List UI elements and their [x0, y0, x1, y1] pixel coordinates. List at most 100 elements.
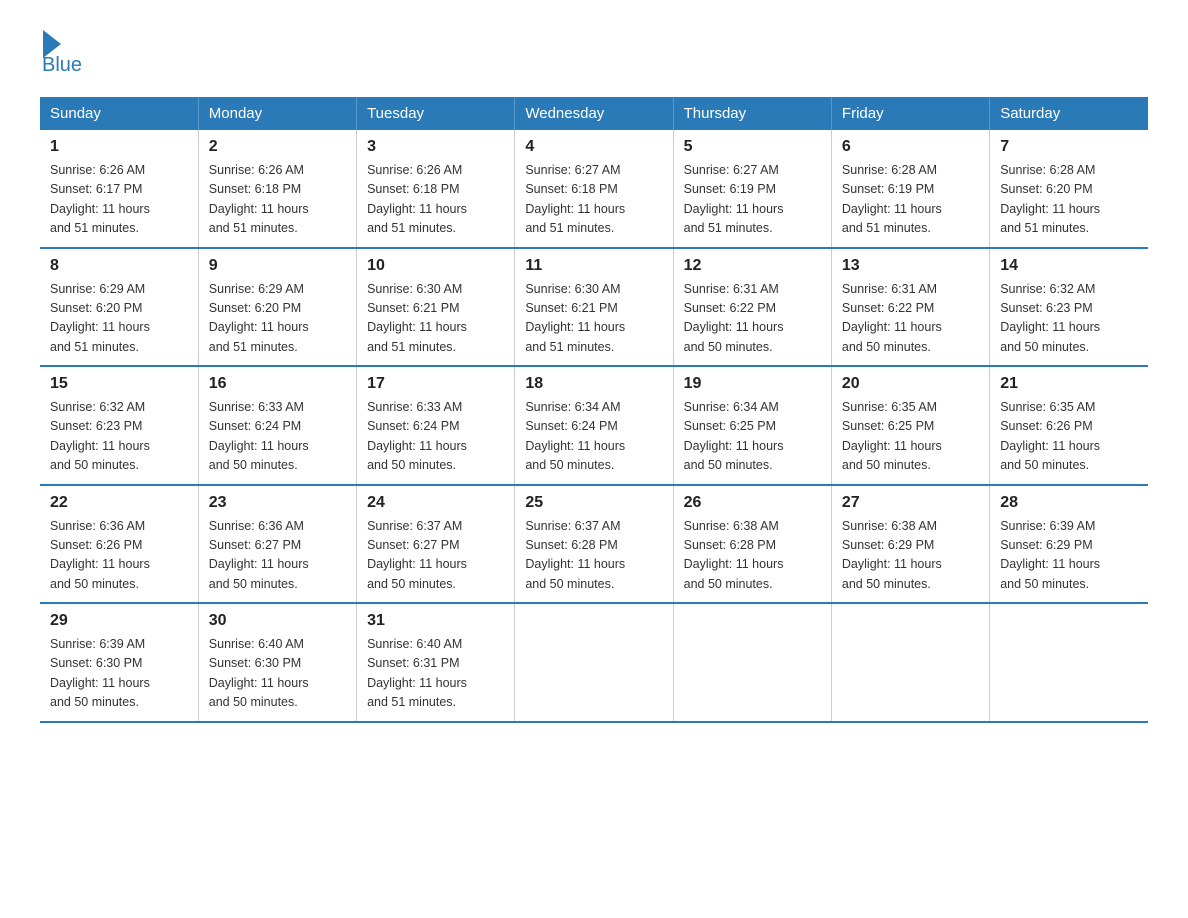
calendar-cell: 31 Sunrise: 6:40 AMSunset: 6:31 PMDayligh… — [357, 603, 515, 722]
day-info: Sunrise: 6:29 AMSunset: 6:20 PMDaylight:… — [50, 280, 188, 358]
day-info: Sunrise: 6:30 AMSunset: 6:21 PMDaylight:… — [525, 280, 662, 358]
day-info: Sunrise: 6:39 AMSunset: 6:30 PMDaylight:… — [50, 635, 188, 713]
day-info: Sunrise: 6:30 AMSunset: 6:21 PMDaylight:… — [367, 280, 504, 358]
calendar-cell: 21 Sunrise: 6:35 AMSunset: 6:26 PMDayligh… — [990, 366, 1148, 485]
page-header: Blue — [40, 30, 1148, 77]
calendar-cell: 6 Sunrise: 6:28 AMSunset: 6:19 PMDaylight… — [831, 130, 989, 248]
day-number: 11 — [525, 257, 662, 275]
day-info: Sunrise: 6:40 AMSunset: 6:30 PMDaylight:… — [209, 635, 346, 713]
header-tuesday: Tuesday — [357, 97, 515, 130]
header-saturday: Saturday — [990, 97, 1148, 130]
day-number: 28 — [1000, 494, 1138, 512]
week-row-1: 1 Sunrise: 6:26 AMSunset: 6:17 PMDaylight… — [40, 130, 1148, 248]
calendar-cell: 10 Sunrise: 6:30 AMSunset: 6:21 PMDayligh… — [357, 248, 515, 367]
day-number: 23 — [209, 494, 346, 512]
day-number: 17 — [367, 375, 504, 393]
day-info: Sunrise: 6:28 AMSunset: 6:20 PMDaylight:… — [1000, 161, 1138, 239]
calendar-header-row: SundayMondayTuesdayWednesdayThursdayFrid… — [40, 97, 1148, 130]
day-info: Sunrise: 6:33 AMSunset: 6:24 PMDaylight:… — [367, 398, 504, 476]
week-row-2: 8 Sunrise: 6:29 AMSunset: 6:20 PMDaylight… — [40, 248, 1148, 367]
week-row-5: 29 Sunrise: 6:39 AMSunset: 6:30 PMDayligh… — [40, 603, 1148, 722]
calendar-cell — [831, 603, 989, 722]
day-number: 24 — [367, 494, 504, 512]
calendar-cell: 22Sunrise: 6:36 AMSunset: 6:26 PMDayligh… — [40, 485, 198, 604]
day-info: Sunrise: 6:34 AMSunset: 6:24 PMDaylight:… — [525, 398, 662, 476]
calendar-cell: 29 Sunrise: 6:39 AMSunset: 6:30 PMDayligh… — [40, 603, 198, 722]
day-number: 31 — [367, 612, 504, 630]
calendar-cell — [515, 603, 673, 722]
day-info: Sunrise: 6:31 AMSunset: 6:22 PMDaylight:… — [842, 280, 979, 358]
calendar-cell: 3Sunrise: 6:26 AMSunset: 6:18 PMDaylight… — [357, 130, 515, 248]
day-number: 15 — [50, 375, 188, 393]
day-info: Sunrise: 6:28 AMSunset: 6:19 PMDaylight:… — [842, 161, 979, 239]
calendar-cell: 20Sunrise: 6:35 AMSunset: 6:25 PMDayligh… — [831, 366, 989, 485]
calendar-cell: 5Sunrise: 6:27 AMSunset: 6:19 PMDaylight… — [673, 130, 831, 248]
day-number: 27 — [842, 494, 979, 512]
day-info: Sunrise: 6:35 AMSunset: 6:26 PMDaylight:… — [1000, 398, 1138, 476]
calendar-cell: 15 Sunrise: 6:32 AMSunset: 6:23 PMDayligh… — [40, 366, 198, 485]
day-number: 7 — [1000, 138, 1138, 156]
calendar-cell: 23 Sunrise: 6:36 AMSunset: 6:27 PMDayligh… — [198, 485, 356, 604]
day-number: 21 — [1000, 375, 1138, 393]
calendar-cell: 16 Sunrise: 6:33 AMSunset: 6:24 PMDayligh… — [198, 366, 356, 485]
day-info: Sunrise: 6:32 AMSunset: 6:23 PMDaylight:… — [50, 398, 188, 476]
day-info: Sunrise: 6:26 AMSunset: 6:18 PMDaylight:… — [209, 161, 346, 239]
day-info: Sunrise: 6:34 AMSunset: 6:25 PMDaylight:… — [684, 398, 821, 476]
header-sunday: Sunday — [40, 97, 198, 130]
calendar-cell: 13 Sunrise: 6:31 AMSunset: 6:22 PMDayligh… — [831, 248, 989, 367]
day-number: 10 — [367, 257, 504, 275]
header-friday: Friday — [831, 97, 989, 130]
day-number: 9 — [209, 257, 346, 275]
week-row-4: 22Sunrise: 6:36 AMSunset: 6:26 PMDayligh… — [40, 485, 1148, 604]
day-number: 19 — [684, 375, 821, 393]
day-info: Sunrise: 6:29 AMSunset: 6:20 PMDaylight:… — [209, 280, 346, 358]
calendar-cell: 17 Sunrise: 6:33 AMSunset: 6:24 PMDayligh… — [357, 366, 515, 485]
day-number: 1 — [50, 138, 188, 156]
week-row-3: 15 Sunrise: 6:32 AMSunset: 6:23 PMDayligh… — [40, 366, 1148, 485]
day-info: Sunrise: 6:37 AMSunset: 6:28 PMDaylight:… — [525, 517, 662, 595]
calendar-cell: 4 Sunrise: 6:27 AMSunset: 6:18 PMDaylight… — [515, 130, 673, 248]
calendar-cell: 8 Sunrise: 6:29 AMSunset: 6:20 PMDaylight… — [40, 248, 198, 367]
calendar-cell: 11 Sunrise: 6:30 AMSunset: 6:21 PMDayligh… — [515, 248, 673, 367]
day-number: 6 — [842, 138, 979, 156]
day-info: Sunrise: 6:38 AMSunset: 6:29 PMDaylight:… — [842, 517, 979, 595]
day-info: Sunrise: 6:27 AMSunset: 6:19 PMDaylight:… — [684, 161, 821, 239]
day-number: 22 — [50, 494, 188, 512]
header-thursday: Thursday — [673, 97, 831, 130]
day-number: 25 — [525, 494, 662, 512]
day-info: Sunrise: 6:39 AMSunset: 6:29 PMDaylight:… — [1000, 517, 1138, 595]
day-number: 8 — [50, 257, 188, 275]
calendar-cell: 9 Sunrise: 6:29 AMSunset: 6:20 PMDaylight… — [198, 248, 356, 367]
day-number: 18 — [525, 375, 662, 393]
header-wednesday: Wednesday — [515, 97, 673, 130]
day-number: 4 — [525, 138, 662, 156]
day-info: Sunrise: 6:40 AMSunset: 6:31 PMDaylight:… — [367, 635, 504, 713]
calendar-cell: 24Sunrise: 6:37 AMSunset: 6:27 PMDayligh… — [357, 485, 515, 604]
day-number: 12 — [684, 257, 821, 275]
day-info: Sunrise: 6:33 AMSunset: 6:24 PMDaylight:… — [209, 398, 346, 476]
calendar-table: SundayMondayTuesdayWednesdayThursdayFrid… — [40, 97, 1148, 723]
calendar-cell: 26 Sunrise: 6:38 AMSunset: 6:28 PMDayligh… — [673, 485, 831, 604]
calendar-cell: 30 Sunrise: 6:40 AMSunset: 6:30 PMDayligh… — [198, 603, 356, 722]
calendar-cell: 14Sunrise: 6:32 AMSunset: 6:23 PMDayligh… — [990, 248, 1148, 367]
calendar-cell: 2 Sunrise: 6:26 AMSunset: 6:18 PMDaylight… — [198, 130, 356, 248]
day-number: 13 — [842, 257, 979, 275]
header-monday: Monday — [198, 97, 356, 130]
day-number: 2 — [209, 138, 346, 156]
calendar-cell: 1 Sunrise: 6:26 AMSunset: 6:17 PMDaylight… — [40, 130, 198, 248]
calendar-cell — [673, 603, 831, 722]
day-info: Sunrise: 6:38 AMSunset: 6:28 PMDaylight:… — [684, 517, 821, 595]
day-info: Sunrise: 6:26 AMSunset: 6:17 PMDaylight:… — [50, 161, 188, 239]
day-info: Sunrise: 6:32 AMSunset: 6:23 PMDaylight:… — [1000, 280, 1138, 358]
calendar-cell: 18 Sunrise: 6:34 AMSunset: 6:24 PMDayligh… — [515, 366, 673, 485]
day-info: Sunrise: 6:27 AMSunset: 6:18 PMDaylight:… — [525, 161, 662, 239]
day-number: 29 — [50, 612, 188, 630]
day-number: 16 — [209, 375, 346, 393]
day-info: Sunrise: 6:36 AMSunset: 6:27 PMDaylight:… — [209, 517, 346, 595]
calendar-cell — [990, 603, 1148, 722]
day-number: 26 — [684, 494, 821, 512]
calendar-cell: 25 Sunrise: 6:37 AMSunset: 6:28 PMDayligh… — [515, 485, 673, 604]
day-number: 30 — [209, 612, 346, 630]
day-info: Sunrise: 6:31 AMSunset: 6:22 PMDaylight:… — [684, 280, 821, 358]
calendar-cell: 19 Sunrise: 6:34 AMSunset: 6:25 PMDayligh… — [673, 366, 831, 485]
